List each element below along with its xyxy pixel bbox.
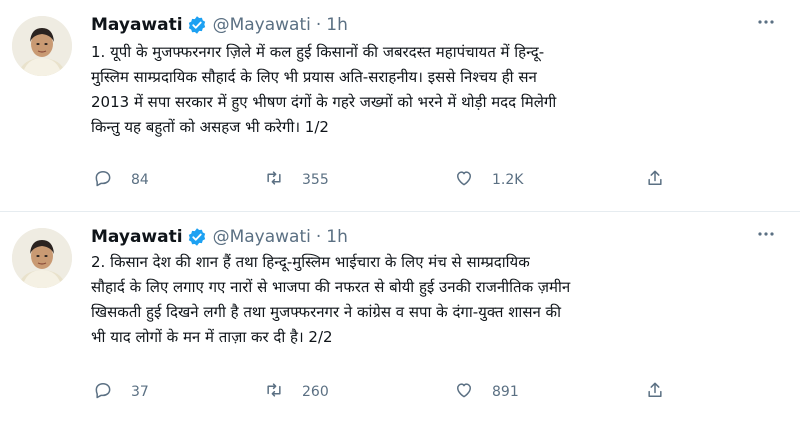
timestamp[interactable]: 1h: [326, 227, 348, 247]
tweet[interactable]: Mayawati @Mayawati · 1h 2. किसान देश की …: [0, 212, 800, 423]
author-name[interactable]: Mayawati: [91, 15, 183, 35]
heart-icon: [454, 168, 474, 192]
like-button[interactable]: 1.2K: [454, 168, 523, 192]
share-button[interactable]: [645, 380, 665, 404]
tweet-actions: 37 260 891: [91, 380, 691, 410]
share-icon: [645, 168, 665, 192]
separator-dot: ·: [315, 15, 322, 35]
tweet-actions: 84 355 1.2K: [91, 168, 691, 198]
retweet-count: 355: [302, 172, 329, 188]
tweet-header: Mayawati @Mayawati · 1h: [91, 15, 348, 35]
separator-dot: ·: [315, 227, 322, 247]
tweet[interactable]: Mayawati @Mayawati · 1h 1. यूपी के मुजफ्…: [0, 0, 800, 212]
like-button[interactable]: 891: [454, 380, 519, 404]
reply-count: 37: [131, 384, 149, 400]
author-handle[interactable]: @Mayawati: [213, 15, 311, 35]
share-button[interactable]: [645, 168, 665, 192]
tweet-thread: Mayawati @Mayawati · 1h 1. यूपी के मुजफ्…: [0, 0, 800, 423]
avatar[interactable]: [12, 16, 72, 76]
avatar[interactable]: [12, 228, 72, 288]
timestamp[interactable]: 1h: [326, 15, 348, 35]
tweet-text: 2. किसान देश की शान हैं तथा हिन्दू-मुस्ल…: [91, 253, 571, 346]
verified-badge-icon: [187, 15, 207, 35]
author-name[interactable]: Mayawati: [91, 227, 183, 247]
retweet-button[interactable]: 355: [264, 168, 329, 192]
reply-count: 84: [131, 172, 149, 188]
tweet-text: 1. यूपी के मुजफ्फरनगर ज़िले में कल हुई क…: [91, 43, 557, 136]
reply-icon: [93, 380, 113, 404]
reply-button[interactable]: 84: [93, 168, 149, 192]
retweet-count: 260: [302, 384, 329, 400]
retweet-icon: [264, 380, 284, 404]
retweet-icon: [264, 168, 284, 192]
retweet-button[interactable]: 260: [264, 380, 329, 404]
like-count: 1.2K: [492, 172, 524, 188]
author-handle[interactable]: @Mayawati: [213, 227, 311, 247]
more-icon[interactable]: [756, 12, 776, 37]
verified-badge-icon: [187, 227, 207, 247]
like-count: 891: [492, 384, 519, 400]
share-icon: [645, 380, 665, 404]
tweet-header: Mayawati @Mayawati · 1h: [91, 227, 348, 247]
reply-icon: [93, 168, 113, 192]
reply-button[interactable]: 37: [93, 380, 149, 404]
heart-icon: [454, 380, 474, 404]
more-icon[interactable]: [756, 224, 776, 249]
